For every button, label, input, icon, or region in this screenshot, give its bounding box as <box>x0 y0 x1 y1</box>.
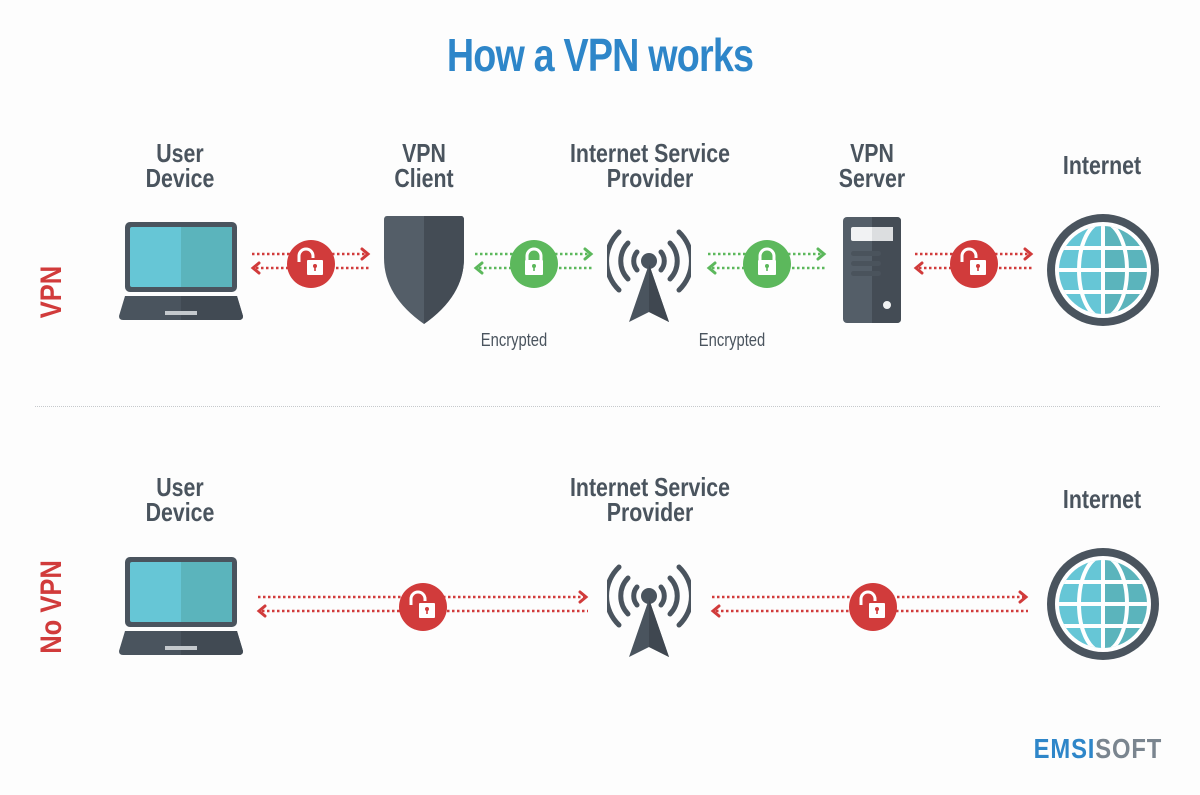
locked-padlock-icon <box>510 240 558 288</box>
unlocked-padlock-icon <box>950 240 998 288</box>
vpn-row-label: VPN <box>35 265 68 319</box>
label-line: Internet <box>1062 150 1142 180</box>
node-label-internet: Internet <box>1012 150 1192 180</box>
label-line: Client <box>394 163 454 193</box>
laptop-icon <box>119 555 243 655</box>
label-line: Provider <box>606 163 694 193</box>
encrypted-caption: Encrypted <box>698 330 766 350</box>
laptop-icon <box>119 220 243 320</box>
node-label-vpn-server: VPN Server <box>782 140 962 193</box>
label-line: Provider <box>606 497 694 527</box>
node-label-isp: Internet Service Provider <box>560 474 740 527</box>
label-line: Server <box>838 163 906 193</box>
node-label-isp: Internet Service Provider <box>560 140 740 193</box>
emsisoft-logo: EMSISOFT <box>1034 733 1162 765</box>
link-server-to-internet <box>913 240 1034 288</box>
server-icon <box>843 217 901 323</box>
page-title: How a VPN works <box>446 29 754 81</box>
locked-padlock-icon <box>743 240 791 288</box>
label-line: Device <box>145 497 215 527</box>
link-device-to-isp <box>256 583 589 631</box>
link-device-to-client <box>250 240 371 288</box>
encrypted-caption: Encrypted <box>480 330 548 350</box>
link-client-to-isp <box>473 240 594 288</box>
globe-icon <box>1047 214 1159 326</box>
section-divider <box>35 406 1160 407</box>
node-label-user-device: User Device <box>90 474 270 527</box>
globe-icon <box>1047 548 1159 660</box>
unlocked-padlock-icon <box>399 583 447 631</box>
novpn-row-label: No VPN <box>35 560 68 654</box>
unlocked-padlock-icon <box>849 583 897 631</box>
brand-part2: SOFT <box>1095 733 1162 764</box>
node-label-internet: Internet <box>1012 484 1192 514</box>
label-line: Internet <box>1062 484 1142 514</box>
node-label-vpn-client: VPN Client <box>334 140 514 193</box>
label-line: Device <box>145 163 215 193</box>
antenna-icon <box>607 553 691 657</box>
brand-part1: EMSI <box>1033 733 1096 764</box>
link-isp-to-internet <box>710 583 1029 631</box>
unlocked-padlock-icon <box>287 240 335 288</box>
antenna-icon <box>607 218 691 322</box>
link-isp-to-server <box>706 240 827 288</box>
shield-icon <box>384 216 464 324</box>
node-label-user-device: User Device <box>90 140 270 193</box>
